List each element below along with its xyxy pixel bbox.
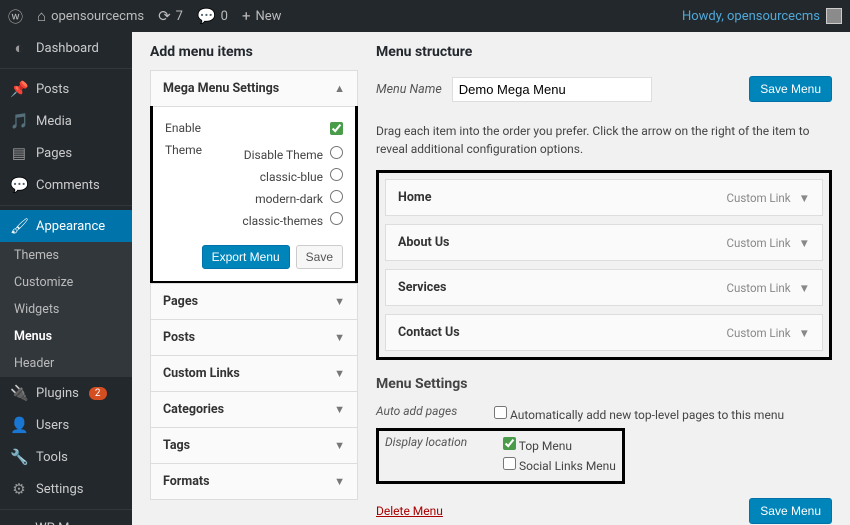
menu-structure-title: Menu structure	[376, 44, 832, 60]
page-icon: ▤	[10, 144, 28, 162]
theme-radio-dark[interactable]	[330, 190, 343, 203]
user-greeting[interactable]: Howdy, opensourcecms	[682, 8, 842, 24]
acc-custom-links[interactable]: Custom Links▼	[150, 355, 358, 392]
chevron-down-icon: ▼	[334, 439, 345, 452]
sidebar-item-dashboard[interactable]: ◐Dashboard	[0, 32, 132, 64]
wrench-icon: 🔧	[10, 448, 28, 466]
sidebar-item-pages[interactable]: ▤Pages	[0, 137, 132, 169]
menu-item[interactable]: About Us Custom Link▼	[385, 224, 823, 261]
theme-radio-disable[interactable]	[330, 146, 343, 159]
sidebar-item-users[interactable]: 👤Users	[0, 409, 132, 441]
acc-formats[interactable]: Formats▼	[150, 463, 358, 500]
menu-item[interactable]: Home Custom Link▼	[385, 179, 823, 216]
new-content[interactable]: +New	[242, 7, 281, 25]
chevron-up-icon: ▲	[334, 82, 345, 95]
top-menu-checkbox[interactable]	[503, 437, 516, 450]
comment-icon: 💬	[197, 7, 216, 25]
acc-tags[interactable]: Tags▼	[150, 427, 358, 464]
auto-add-checkbox[interactable]	[494, 406, 507, 419]
save-menu-button-bottom[interactable]: Save Menu	[749, 498, 832, 524]
acc-mega-head[interactable]: Mega Menu Settings ▲	[151, 71, 357, 106]
pin-icon: 📌	[10, 80, 28, 98]
sidebar-sub-themes[interactable]: Themes	[0, 242, 132, 269]
menu-items-box: Home Custom Link▼ About Us Custom Link▼ …	[376, 170, 832, 360]
export-menu-button[interactable]: Export Menu	[202, 245, 290, 269]
chevron-down-icon: ▼	[334, 331, 345, 344]
sidebar-item-posts[interactable]: 📌Posts	[0, 73, 132, 105]
refresh-icon: ⟳	[158, 7, 171, 25]
acc-mega-settings: Mega Menu Settings ▲	[150, 70, 358, 107]
sidebar-item-appearance[interactable]: 🖌Appearance	[0, 210, 132, 242]
mega-settings-body: Enable Theme Disable Theme classic-blue …	[150, 106, 358, 284]
theme-radio-classic[interactable]	[330, 212, 343, 225]
acc-categories[interactable]: Categories▼	[150, 391, 358, 428]
plugins-badge: 2	[89, 387, 107, 400]
gear-icon: ⚙	[10, 480, 28, 498]
chevron-down-icon: ▼	[334, 403, 345, 416]
save-button[interactable]: Save	[296, 245, 343, 269]
sidebar-sub-widgets[interactable]: Widgets	[0, 296, 132, 323]
acc-pages[interactable]: Pages▼	[150, 283, 358, 320]
chevron-down-icon: ▼	[334, 475, 345, 488]
acc-posts[interactable]: Posts▼	[150, 319, 358, 356]
dashboard-icon: ◐	[10, 39, 28, 57]
menu-item[interactable]: Contact Us Custom Link▼	[385, 314, 823, 351]
wp-logo[interactable]: ⓦ	[8, 6, 23, 27]
plus-icon: +	[242, 7, 251, 25]
media-icon: 🎵	[10, 112, 28, 130]
user-icon: 👤	[10, 416, 28, 434]
home-icon: ⌂	[37, 7, 46, 25]
refresh-count[interactable]: ⟳7	[158, 7, 183, 25]
admin-sidebar: ◐Dashboard 📌Posts 🎵Media ▤Pages 💬Comment…	[0, 32, 132, 525]
chevron-down-icon: ▼	[799, 281, 810, 295]
comments-icon: 💬	[10, 176, 28, 194]
site-name-label: opensourcecms	[51, 9, 144, 24]
auto-add-label: Auto add pages	[376, 404, 476, 418]
admin-bar: ⓦ ⌂ opensourcecms ⟳7 💬0 +New Howdy, opens…	[0, 0, 850, 32]
sidebar-sub-menus[interactable]: Menus	[0, 323, 132, 350]
save-menu-button[interactable]: Save Menu	[749, 76, 832, 102]
sidebar-item-tools[interactable]: 🔧Tools	[0, 441, 132, 473]
sidebar-item-plugins[interactable]: 🔌Plugins2	[0, 377, 132, 409]
display-location-box: Display location Top Menu Social Links M…	[376, 428, 625, 484]
theme-label: Theme	[165, 143, 202, 157]
display-location-label: Display location	[385, 435, 485, 449]
menu-item[interactable]: Services Custom Link▼	[385, 269, 823, 306]
add-items-title: Add menu items	[150, 44, 358, 60]
help-text: Drag each item into the order you prefer…	[376, 122, 832, 158]
sidebar-item-comments[interactable]: 💬Comments	[0, 169, 132, 201]
delete-menu-link[interactable]: Delete Menu	[376, 504, 443, 518]
chevron-down-icon: ▼	[799, 326, 810, 340]
menu-name-input[interactable]	[452, 77, 652, 102]
comments-count[interactable]: 💬0	[197, 7, 228, 25]
sidebar-item-settings[interactable]: ⚙Settings	[0, 473, 132, 505]
enable-label: Enable	[165, 121, 201, 135]
menu-name-label: Menu Name	[376, 82, 442, 97]
chevron-down-icon: ▼	[799, 236, 810, 250]
chevron-down-icon: ▼	[334, 367, 345, 380]
sidebar-sub-header[interactable]: Header	[0, 350, 132, 377]
enable-checkbox[interactable]	[330, 122, 343, 135]
social-menu-checkbox[interactable]	[503, 457, 516, 470]
sidebar-sub-customize[interactable]: Customize	[0, 269, 132, 296]
site-name[interactable]: ⌂ opensourcecms	[37, 7, 144, 25]
theme-radio-blue[interactable]	[330, 168, 343, 181]
brush-icon: 🖌	[10, 217, 28, 235]
sidebar-item-media[interactable]: 🎵Media	[0, 105, 132, 137]
wordpress-icon: ⓦ	[8, 6, 23, 27]
plug-icon: 🔌	[10, 384, 28, 402]
avatar-icon	[826, 8, 842, 24]
chevron-down-icon: ▼	[334, 295, 345, 308]
sidebar-item-wpmega[interactable]: ☰WP Mega Menu	[0, 514, 132, 525]
menu-settings-title: Menu Settings	[376, 376, 832, 392]
chevron-down-icon: ▼	[799, 191, 810, 205]
